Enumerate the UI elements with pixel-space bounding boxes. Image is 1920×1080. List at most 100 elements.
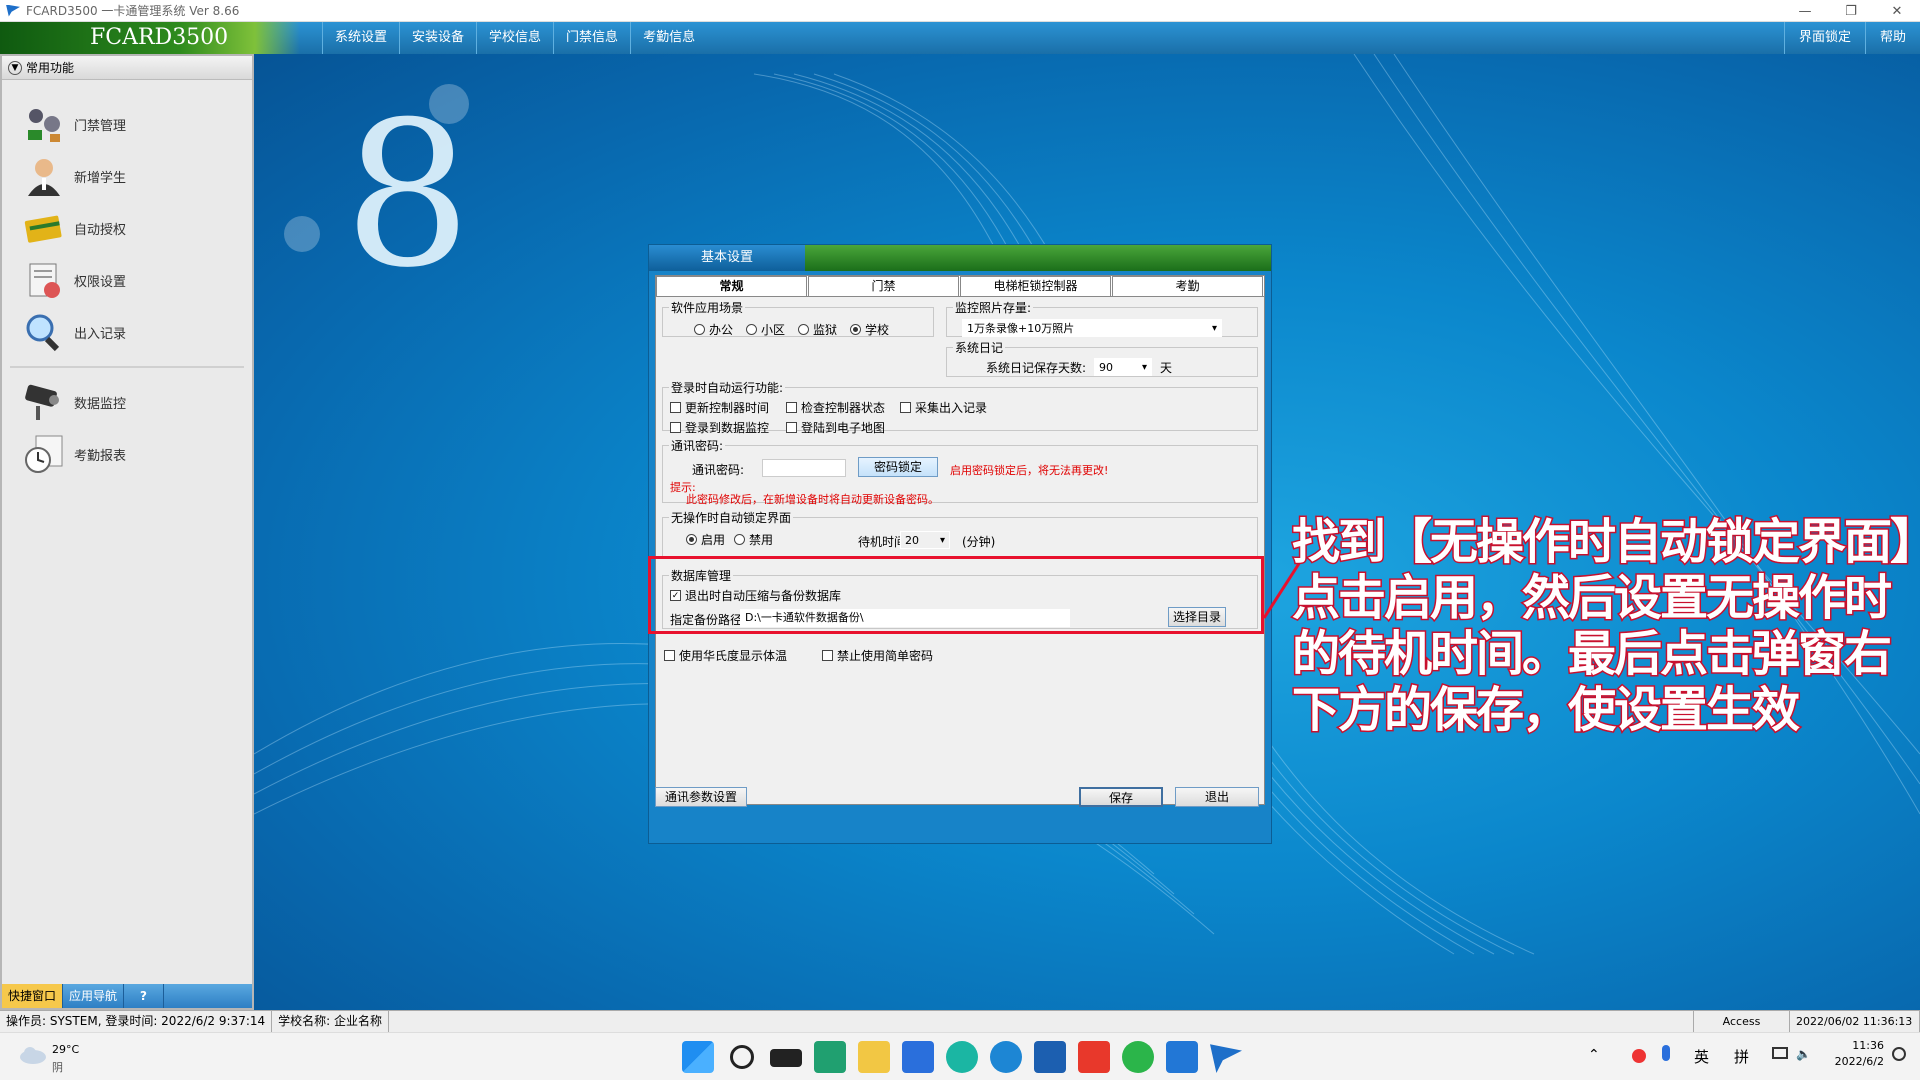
sidebar-item-label: 自动授权 (74, 222, 127, 238)
edge-icon[interactable] (946, 1041, 978, 1073)
status-school: 学校名称: 企业名称 (272, 1011, 390, 1032)
exit-button[interactable]: 退出 (1175, 787, 1259, 807)
menu-system-settings[interactable]: 系统设置 (322, 22, 399, 54)
ime-mode[interactable]: 拼 (1734, 1046, 1749, 1067)
window-title: FCARD3500 一卡通管理系统 Ver 8.66 (26, 4, 240, 18)
clock-icon (25, 435, 63, 473)
task-view-icon[interactable] (770, 1049, 802, 1067)
sidebar-item-label: 权限设置 (74, 274, 127, 290)
password-lock-warning: 启用密码锁定后，将无法再更改! (950, 464, 1109, 477)
sidebar-item-permission[interactable]: 权限设置 (2, 254, 252, 306)
brand-logo: FCARD3500 (0, 22, 300, 54)
volume-icon[interactable]: 🔈 (1796, 1047, 1811, 1061)
right-menu: 界面锁定 帮助 (1783, 22, 1920, 54)
standby-time-select[interactable]: 20 (900, 531, 950, 549)
comm-params-button[interactable]: 通讯参数设置 (655, 787, 747, 807)
checkbox-icon (670, 402, 681, 413)
sidebar-item-auto-authorize[interactable]: 自动授权 (2, 202, 252, 254)
basic-settings-dialog: 基本设置 常规 门禁 电梯柜锁控制器 考勤 软件应用场景 办公 小区 监狱 学校… (648, 244, 1272, 844)
radio-icon (734, 534, 745, 545)
comm-password-input[interactable] (762, 459, 846, 477)
menu-attendance-info[interactable]: 考勤信息 (630, 22, 707, 54)
photo-storage-select[interactable]: 1万条录像+10万照片 (962, 319, 1222, 337)
tab-quick-window[interactable]: 快捷窗口 (2, 984, 64, 1008)
auto-check-status-checkbox[interactable]: 检查控制器状态 (786, 399, 885, 416)
dialog-tabs: 常规 门禁 电梯柜锁控制器 考勤 (656, 276, 1264, 296)
tray-chevron-up-icon[interactable]: ⌃ (1588, 1047, 1600, 1063)
menu-install-device[interactable]: 安装设备 (399, 22, 476, 54)
door-control-icon (28, 109, 60, 142)
auto-lock-legend: 无操作时自动锁定界面 (671, 511, 792, 525)
auto-login-map-checkbox[interactable]: 登陆到电子地图 (786, 419, 885, 436)
log-days-select[interactable]: 90 (1094, 358, 1152, 376)
menu-school-info[interactable]: 学校信息 (476, 22, 553, 54)
microphone-icon[interactable] (1662, 1045, 1670, 1061)
log-legend: 系统日记 (955, 341, 1004, 355)
sidebar-item-data-monitor[interactable]: 数据监控 (2, 376, 252, 428)
auto-update-time-checkbox[interactable]: 更新控制器时间 (670, 399, 769, 416)
auto-lock-disable-radio[interactable]: 禁用 (734, 531, 773, 548)
photo-legend: 监控照片存量: (955, 301, 1032, 315)
search-icon[interactable] (730, 1045, 754, 1069)
clock-time[interactable]: 11:36 (1832, 1039, 1884, 1052)
sidebar-item-door-control[interactable]: 门禁管理 (2, 98, 252, 150)
menu-door-info[interactable]: 门禁信息 (553, 22, 630, 54)
no-simple-password-checkbox[interactable]: 禁止使用简单密码 (822, 647, 933, 664)
save-button[interactable]: 保存 (1079, 787, 1163, 807)
tab-general[interactable]: 常规 (656, 276, 807, 296)
sidebar-item-label: 考勤报表 (74, 448, 127, 464)
clock-date[interactable]: 2022/6/2 (1820, 1055, 1884, 1068)
dialog-header-band (805, 245, 1271, 271)
close-button[interactable]: ✕ (1874, 0, 1920, 22)
sidebar-header[interactable]: ▼ 常用功能 (2, 56, 252, 80)
menu-help[interactable]: 帮助 (1864, 22, 1920, 54)
sidebar-item-access-records[interactable]: 出入记录 (2, 306, 252, 358)
tab-app-navigation[interactable]: 应用导航 (63, 984, 125, 1008)
scene-office-radio[interactable]: 办公 (694, 321, 733, 338)
ime-language[interactable]: 英 (1694, 1046, 1709, 1067)
status-spacer (389, 1011, 1694, 1032)
help-icon[interactable]: ? (124, 984, 165, 1008)
scene-school-radio[interactable]: 学校 (850, 321, 889, 338)
password-lock-button[interactable]: 密码锁定 (858, 457, 938, 477)
wps-icon[interactable] (1078, 1041, 1110, 1073)
vscode-insiders-icon[interactable] (814, 1041, 846, 1073)
menubar: FCARD3500 系统设置 安装设备 学校信息 门禁信息 考勤信息 界面锁定 … (0, 22, 1920, 54)
sidebar-item-label: 出入记录 (74, 326, 127, 342)
wechat-icon[interactable] (1122, 1041, 1154, 1073)
fahrenheit-checkbox[interactable]: 使用华氏度显示体温 (664, 647, 787, 664)
sidebar: ▼ 常用功能 门禁管理 新增学生 自动授权 权限设置 出入记录 数据监控 考勤报… (0, 54, 254, 1010)
auto-collect-records-checkbox[interactable]: 采集出入记录 (900, 399, 987, 416)
window-titlebar: FCARD3500 一卡通管理系统 Ver 8.66 — ❐ ✕ (0, 0, 1920, 22)
notification-moon-icon[interactable] (1892, 1047, 1906, 1061)
restore-button[interactable]: ❐ (1828, 0, 1874, 22)
store-icon[interactable] (1034, 1041, 1066, 1073)
chevron-down-icon[interactable]: ▼ (8, 60, 22, 75)
sidebar-item-add-student[interactable]: 新增学生 (2, 150, 252, 202)
todo-icon[interactable] (902, 1041, 934, 1073)
dialog-title: 基本设置 (649, 245, 805, 271)
card-icon (24, 215, 62, 243)
sidebar-item-attendance-report[interactable]: 考勤报表 (2, 428, 252, 480)
file-explorer-icon[interactable] (858, 1041, 890, 1073)
scene-prison-radio[interactable]: 监狱 (798, 321, 837, 338)
dialog-header: 基本设置 (649, 245, 1271, 271)
sidebar-divider (10, 366, 244, 368)
hint-text: 此密码修改后，在新增设备时将自动更新设备密码。 (686, 493, 939, 506)
fcard-app-icon[interactable] (1210, 1044, 1242, 1073)
cloud-icon (20, 1047, 46, 1064)
minimize-button[interactable]: — (1782, 0, 1828, 22)
menu-lock-ui[interactable]: 界面锁定 (1783, 22, 1865, 54)
auto-lock-enable-radio[interactable]: 启用 (686, 531, 725, 548)
network-icon[interactable] (1772, 1047, 1788, 1059)
auto-login-monitor-checkbox[interactable]: 登录到数据监控 (670, 419, 769, 436)
scene-community-radio[interactable]: 小区 (746, 321, 785, 338)
vscode-icon[interactable] (1166, 1041, 1198, 1073)
edge-dev-icon[interactable] (990, 1041, 1022, 1073)
windows-start-icon[interactable] (682, 1041, 714, 1073)
record-icon[interactable] (1632, 1049, 1646, 1063)
sidebar-item-label: 数据监控 (74, 396, 127, 412)
tab-attendance[interactable]: 考勤 (1112, 276, 1263, 296)
tab-elevator-locker[interactable]: 电梯柜锁控制器 (960, 276, 1111, 296)
tab-door[interactable]: 门禁 (808, 276, 959, 296)
